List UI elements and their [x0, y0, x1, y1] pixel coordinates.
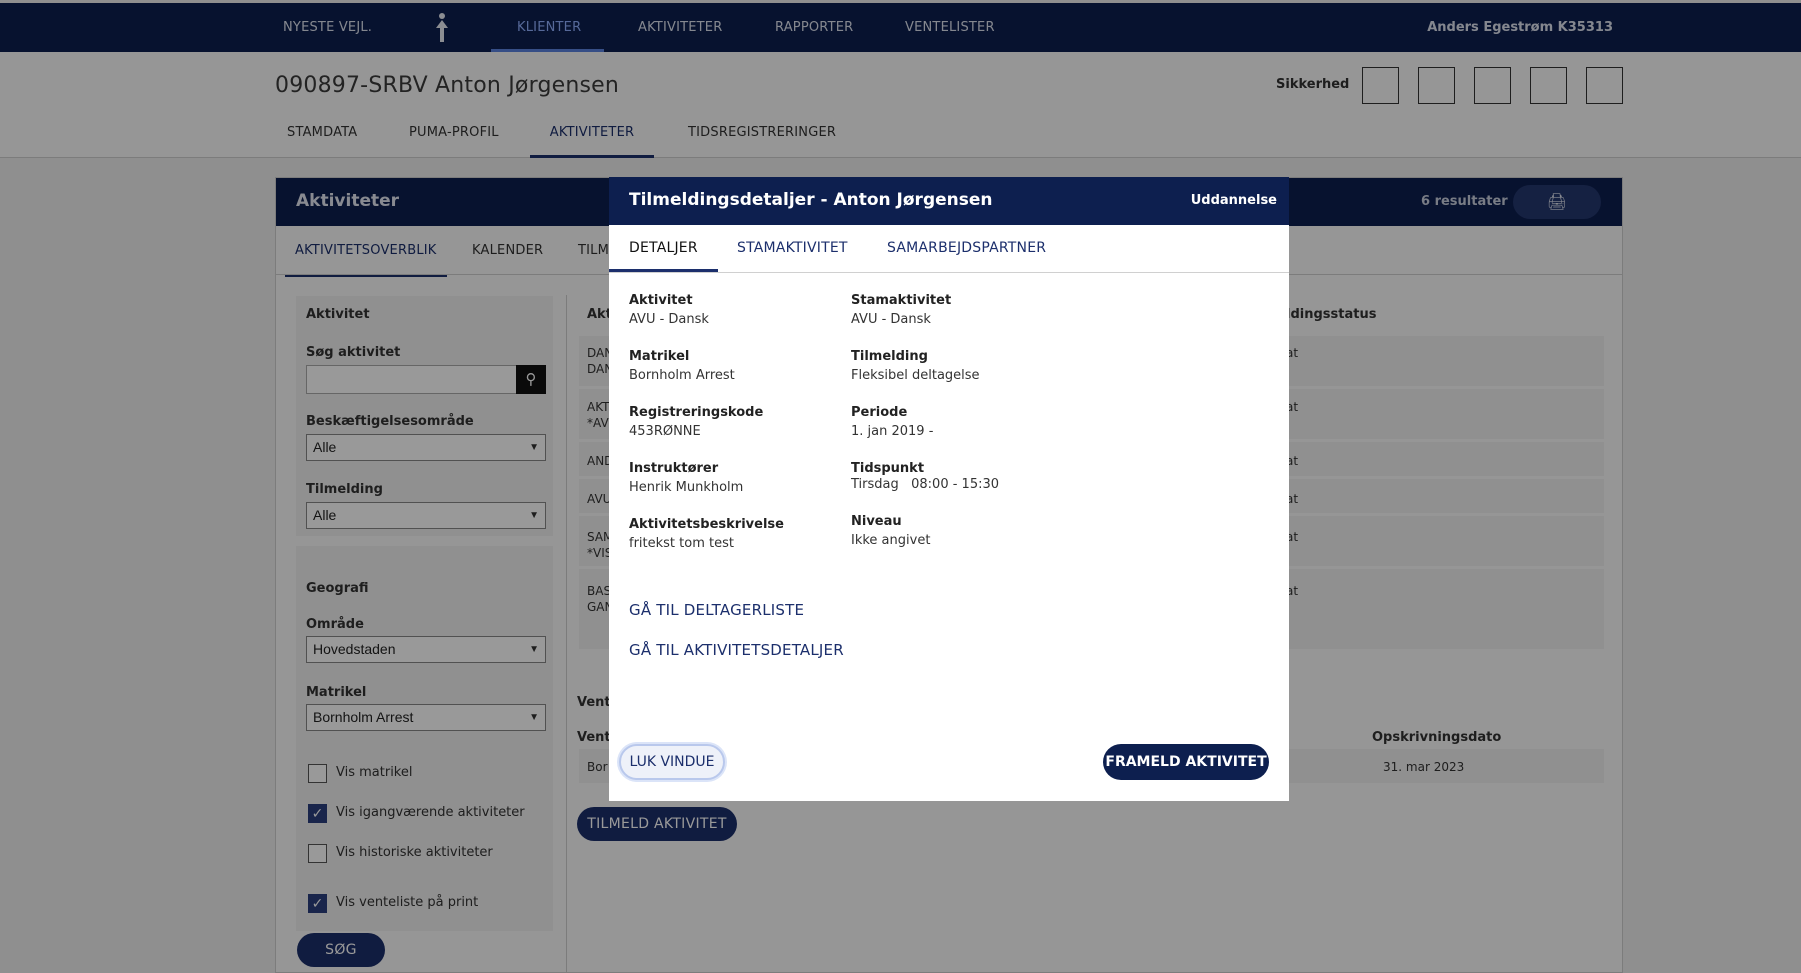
- close-window-button[interactable]: LUK VINDUE: [619, 744, 725, 780]
- modal-divider: [609, 272, 1289, 273]
- field-label: Aktivitetsbeskrivelse: [629, 517, 784, 532]
- field-value: AVU - Dansk: [629, 312, 709, 327]
- tab-details[interactable]: DETALJER: [609, 225, 718, 272]
- field-value: Tirsdag 08:00 - 15:30: [851, 477, 1000, 492]
- field-label: Stamaktivitet: [851, 293, 952, 308]
- field-label: Niveau: [851, 514, 902, 529]
- field-value: AVU - Dansk: [851, 312, 931, 327]
- unenroll-activity-button[interactable]: FRAMELD AKTIVITET: [1103, 744, 1269, 780]
- field-label: Instruktører: [629, 461, 719, 476]
- enrollment-details-modal: Tilmeldingsdetaljer - Anton Jørgensen Ud…: [609, 177, 1289, 801]
- tab-master-activity[interactable]: STAMAKTIVITET: [737, 225, 848, 272]
- participant-list-link[interactable]: GÅ TIL DELTAGERLISTE: [629, 601, 804, 619]
- field-label: Tilmelding: [851, 349, 928, 364]
- field-value: Fleksibel deltagelse: [851, 368, 980, 383]
- field-value: 1. jan 2019 -: [851, 424, 934, 439]
- field-label: Tidspunkt: [851, 461, 925, 476]
- activity-details-link[interactable]: GÅ TIL AKTIVITETSDETALJER: [629, 641, 844, 659]
- field-label: Matrikel: [629, 349, 690, 364]
- tab-partner[interactable]: SAMARBEJDSPARTNER: [887, 225, 1046, 272]
- field-label: Registreringskode: [629, 405, 764, 420]
- modal-header: Tilmeldingsdetaljer - Anton Jørgensen Ud…: [609, 177, 1289, 225]
- modal-category: Uddannelse: [1190, 193, 1277, 208]
- field-value: Bornholm Arrest: [629, 368, 735, 383]
- field-label: Periode: [851, 405, 908, 420]
- field-value: 453RØNNE: [629, 424, 701, 439]
- field-value: fritekst tom test: [629, 536, 734, 551]
- field-label: Aktivitet: [629, 293, 693, 308]
- field-value: Ikke angivet: [851, 533, 931, 548]
- field-value: Henrik Munkholm: [629, 480, 744, 495]
- modal-title: Tilmeldingsdetaljer - Anton Jørgensen: [629, 190, 993, 210]
